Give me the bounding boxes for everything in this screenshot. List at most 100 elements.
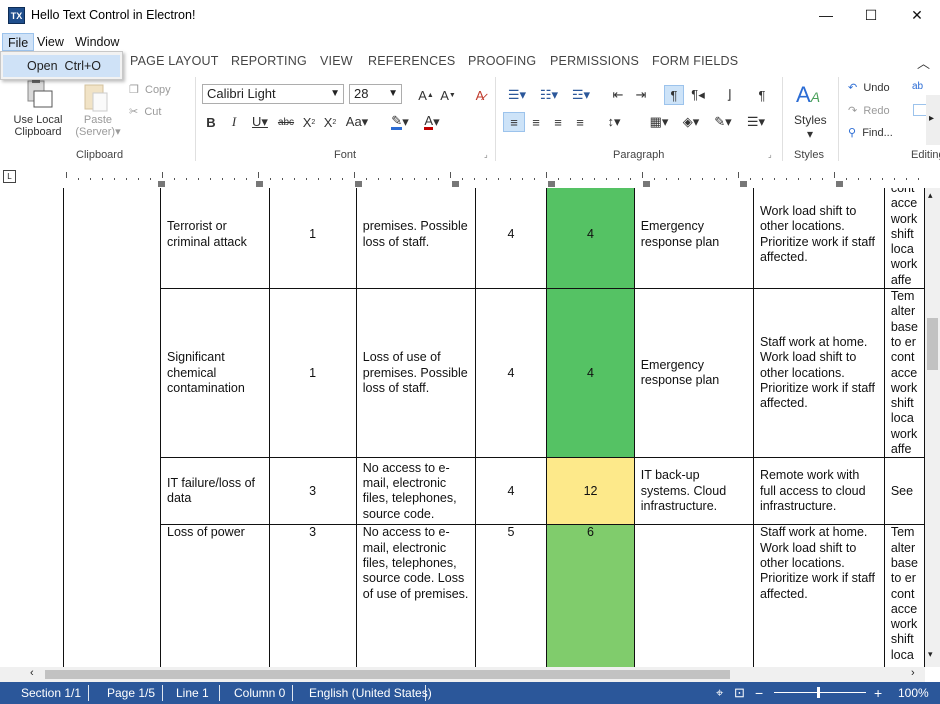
likelihood-cell[interactable]: 3: [268, 524, 357, 667]
superscript-icon[interactable]: X2: [321, 113, 339, 131]
menu-window[interactable]: Window: [70, 33, 124, 51]
mitigation-cell[interactable]: [633, 524, 754, 667]
paste-server-button[interactable]: Paste (Server)▾: [74, 114, 122, 138]
status-language[interactable]: English (United States): [309, 685, 432, 701]
font-name-select[interactable]: Calibri Light ▼: [202, 84, 344, 104]
risk-cell[interactable]: Significant chemical contamination: [160, 288, 270, 459]
risk-cell[interactable]: Loss of power: [160, 524, 270, 667]
plan-cell[interactable]: cont acce work shift loca work affe: [883, 188, 925, 290]
maximize-button[interactable]: ☐: [848, 0, 894, 30]
horizontal-scroll-thumb[interactable]: [45, 670, 730, 679]
plan-cell[interactable]: See: [883, 457, 925, 526]
risk-cell[interactable]: Terrorist or criminal attack: [160, 188, 270, 290]
likelihood-cell[interactable]: 1: [268, 288, 357, 459]
severity-cell[interactable]: 4: [474, 188, 548, 290]
impact-description-cell[interactable]: Loss of use of premises. Possible loss o…: [355, 288, 476, 459]
styles-button[interactable]: Styles ▾: [794, 113, 827, 141]
plan-cell[interactable]: Tem alter base to er cont acce work shif…: [883, 524, 925, 667]
tab-page-layout[interactable]: PAGE LAYOUT: [130, 54, 219, 68]
show-paragraph-marks-icon[interactable]: ¶: [664, 85, 684, 105]
bullets-icon[interactable]: ☰▾: [503, 85, 531, 105]
view-mode-icon[interactable]: ⌖: [716, 685, 723, 701]
replace-icon[interactable]: ab: [912, 81, 923, 92]
undo-button[interactable]: ↶ Undo: [848, 81, 890, 94]
risk-score-cell[interactable]: 4: [546, 288, 635, 459]
underline-icon[interactable]: U▾: [248, 113, 272, 131]
clear-format-icon[interactable]: A̷: [470, 85, 490, 105]
ribbon-scroll-right[interactable]: ▸: [926, 95, 940, 145]
minimize-button[interactable]: —: [803, 0, 849, 30]
impact-description-cell[interactable]: premises. Possible loss of staff.: [355, 188, 476, 290]
strikethrough-icon[interactable]: abc: [276, 113, 296, 131]
font-color-icon[interactable]: A ▾: [418, 113, 446, 131]
ruler-column-marker[interactable]: [643, 181, 650, 187]
pilcrow-icon[interactable]: ¶: [752, 85, 772, 105]
keep-lines-icon[interactable]: ⌋: [719, 85, 739, 105]
collapse-ribbon-icon[interactable]: ︿: [917, 53, 930, 72]
mitigation-cell[interactable]: Emergency response plan: [633, 188, 754, 290]
paragraph-dialog-launcher-icon[interactable]: ⌟: [768, 150, 772, 159]
severity-cell[interactable]: 5: [474, 524, 548, 667]
ruler-column-marker[interactable]: [158, 181, 165, 187]
use-local-clipboard-button[interactable]: Use Local Clipboard: [12, 114, 64, 138]
change-case-icon[interactable]: Aa▾: [342, 113, 372, 131]
response-cell[interactable]: Remote work with full access to cloud in…: [752, 457, 885, 526]
menu-file[interactable]: File: [2, 33, 35, 51]
tab-view[interactable]: VIEW: [320, 54, 353, 68]
impact-description-cell[interactable]: No access to e-mail, electronic files, t…: [355, 524, 476, 667]
response-cell[interactable]: Work load shift to other locations. Prio…: [752, 188, 885, 290]
impact-description-cell[interactable]: No access to e-mail, electronic files, t…: [355, 457, 476, 526]
vertical-scroll-thumb[interactable]: [927, 318, 938, 370]
likelihood-cell[interactable]: 3: [268, 457, 357, 526]
select-icon[interactable]: [913, 104, 927, 116]
severity-cell[interactable]: 4: [474, 457, 548, 526]
ruler-column-marker[interactable]: [256, 181, 263, 187]
italic-icon[interactable]: I: [226, 113, 242, 131]
ruler-column-marker[interactable]: [548, 181, 555, 187]
risk-score-cell[interactable]: 12: [546, 457, 635, 526]
ruler-column-marker[interactable]: [740, 181, 747, 187]
scroll-right-icon[interactable]: ›: [911, 667, 915, 679]
subscript-icon[interactable]: X2: [300, 113, 318, 131]
close-button[interactable]: ✕: [894, 0, 940, 30]
mitigation-cell[interactable]: Emergency response plan: [633, 288, 754, 459]
font-dialog-launcher-icon[interactable]: ⌟: [484, 150, 488, 159]
justify-icon[interactable]: ≡: [570, 112, 590, 132]
cut-button[interactable]: ✂ Cut: [129, 105, 161, 118]
response-cell[interactable]: Staff work at home. Work load shift to o…: [752, 524, 885, 667]
zoom-slider-thumb[interactable]: [817, 687, 820, 698]
line-weight-icon[interactable]: ☰▾: [742, 112, 770, 132]
severity-cell[interactable]: 4: [474, 288, 548, 459]
pen-color-icon[interactable]: ✎▾: [709, 112, 737, 132]
align-left-icon[interactable]: ≡: [503, 112, 525, 132]
zoom-in-icon[interactable]: +: [874, 685, 882, 701]
borders-icon[interactable]: ▦▾: [645, 112, 673, 132]
document-area[interactable]: Terrorist or criminal attack 1 premises. P…: [0, 188, 925, 667]
menu-open-item[interactable]: Open Ctrl+O: [3, 55, 120, 77]
font-size-select[interactable]: 28 ▼: [349, 84, 402, 104]
tab-references[interactable]: REFERENCES: [368, 54, 455, 68]
ruler-column-marker[interactable]: [355, 181, 362, 187]
multilevel-list-icon[interactable]: ☲▾: [567, 85, 595, 105]
zoom-out-icon[interactable]: −: [755, 685, 763, 701]
scroll-left-icon[interactable]: ‹: [30, 667, 34, 679]
redo-button[interactable]: ↷ Redo: [848, 104, 890, 117]
copy-button[interactable]: ❐ Copy: [129, 83, 171, 96]
tab-permissions[interactable]: PERMISSIONS: [550, 54, 639, 68]
decrease-indent-icon[interactable]: ⇤: [608, 85, 628, 105]
increase-indent-icon[interactable]: ⇥: [631, 85, 651, 105]
tab-form-fields[interactable]: FORM FIELDS: [652, 54, 738, 68]
plan-cell[interactable]: Tem alter base to er cont acce work shif…: [883, 288, 925, 459]
line-spacing-icon[interactable]: ↕▾: [600, 112, 628, 132]
align-center-icon[interactable]: ≡: [526, 112, 546, 132]
ruler-column-marker[interactable]: [452, 181, 459, 187]
ruler-column-marker[interactable]: [836, 181, 843, 187]
mitigation-cell[interactable]: IT back-up systems. Cloud infrastructure…: [633, 457, 754, 526]
zoom-slider-track[interactable]: [774, 692, 866, 693]
likelihood-cell[interactable]: 1: [268, 188, 357, 290]
shading-icon[interactable]: ◈▾: [677, 112, 705, 132]
horizontal-scrollbar[interactable]: ‹ ›: [0, 667, 925, 682]
risk-cell[interactable]: IT failure/loss of data: [160, 457, 270, 526]
zoom-level[interactable]: 100%: [898, 685, 929, 701]
page-view-icon[interactable]: ⊡: [734, 685, 745, 701]
